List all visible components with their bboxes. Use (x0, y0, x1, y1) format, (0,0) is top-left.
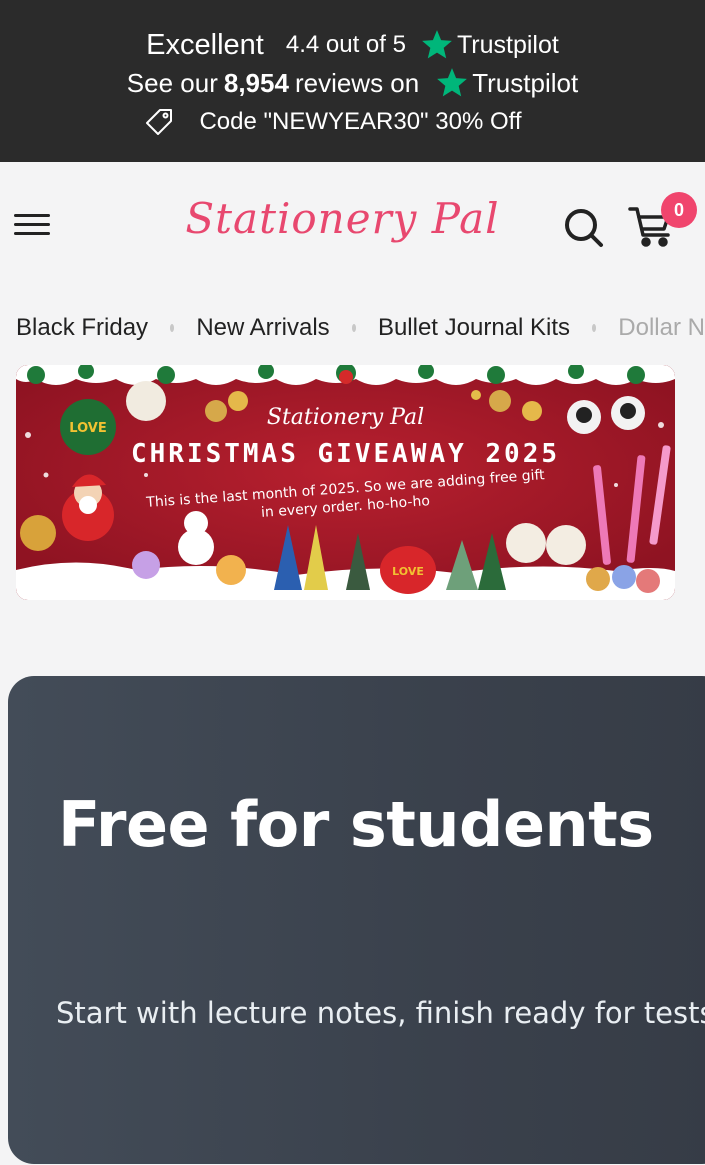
banner-brand: Stationery Pal (266, 405, 425, 430)
cart-count-badge: 0 (661, 192, 697, 228)
separator-dot (351, 324, 356, 332)
separator-dot (170, 324, 175, 332)
reviews-pre-text: See our (126, 67, 218, 98)
svg-text:LOVE: LOVE (392, 565, 424, 578)
reviews-post-text: reviews on (294, 67, 420, 98)
site-header: Stationery Pal (0, 162, 705, 286)
trustpilot-bar: Excellent 4.4 out of 5 Trustpilot See ou… (0, 0, 705, 162)
rating-word: Excellent (146, 28, 264, 61)
trustpilot-star-icon (435, 66, 469, 100)
category-link[interactable]: New Arrivals (196, 314, 329, 342)
separator-dot (592, 324, 597, 332)
promo-title: Free for students (58, 788, 654, 861)
christmas-giveaway-banner[interactable]: LOVE LOVE Stationery Pal CHRISTMAS GIVEA… (16, 365, 675, 600)
category-link[interactable]: Dollar N (618, 314, 705, 342)
reviews-row: See our 8,954 reviews on Trustpilot (0, 66, 705, 100)
trustpilot-brand[interactable]: Trustpilot (472, 68, 578, 99)
price-tag-icon (143, 106, 175, 138)
category-link[interactable]: Bullet Journal Kits (378, 314, 570, 342)
search-icon[interactable] (562, 206, 604, 248)
trustpilot-star-icon (420, 28, 454, 62)
promo-code-text: Code "NEWYEAR30" 30% Off (199, 108, 522, 135)
students-promo-card[interactable]: Free for students Start with lecture not… (8, 676, 705, 1164)
promo-code-row: Code "NEWYEAR30" 30% Off (0, 106, 705, 138)
promo-subtitle: Start with lecture notes, finish ready f… (56, 996, 705, 1030)
rating-row: Excellent 4.4 out of 5 Trustpilot (0, 28, 705, 62)
reviews-count: 8,954 (223, 67, 289, 98)
category-link[interactable]: Black Friday (16, 314, 148, 342)
category-nav: Black Friday New Arrivals Bullet Journal… (16, 308, 705, 348)
trustpilot-brand[interactable]: Trustpilot (457, 31, 559, 60)
rating-score: 4.4 out of 5 (285, 31, 406, 58)
